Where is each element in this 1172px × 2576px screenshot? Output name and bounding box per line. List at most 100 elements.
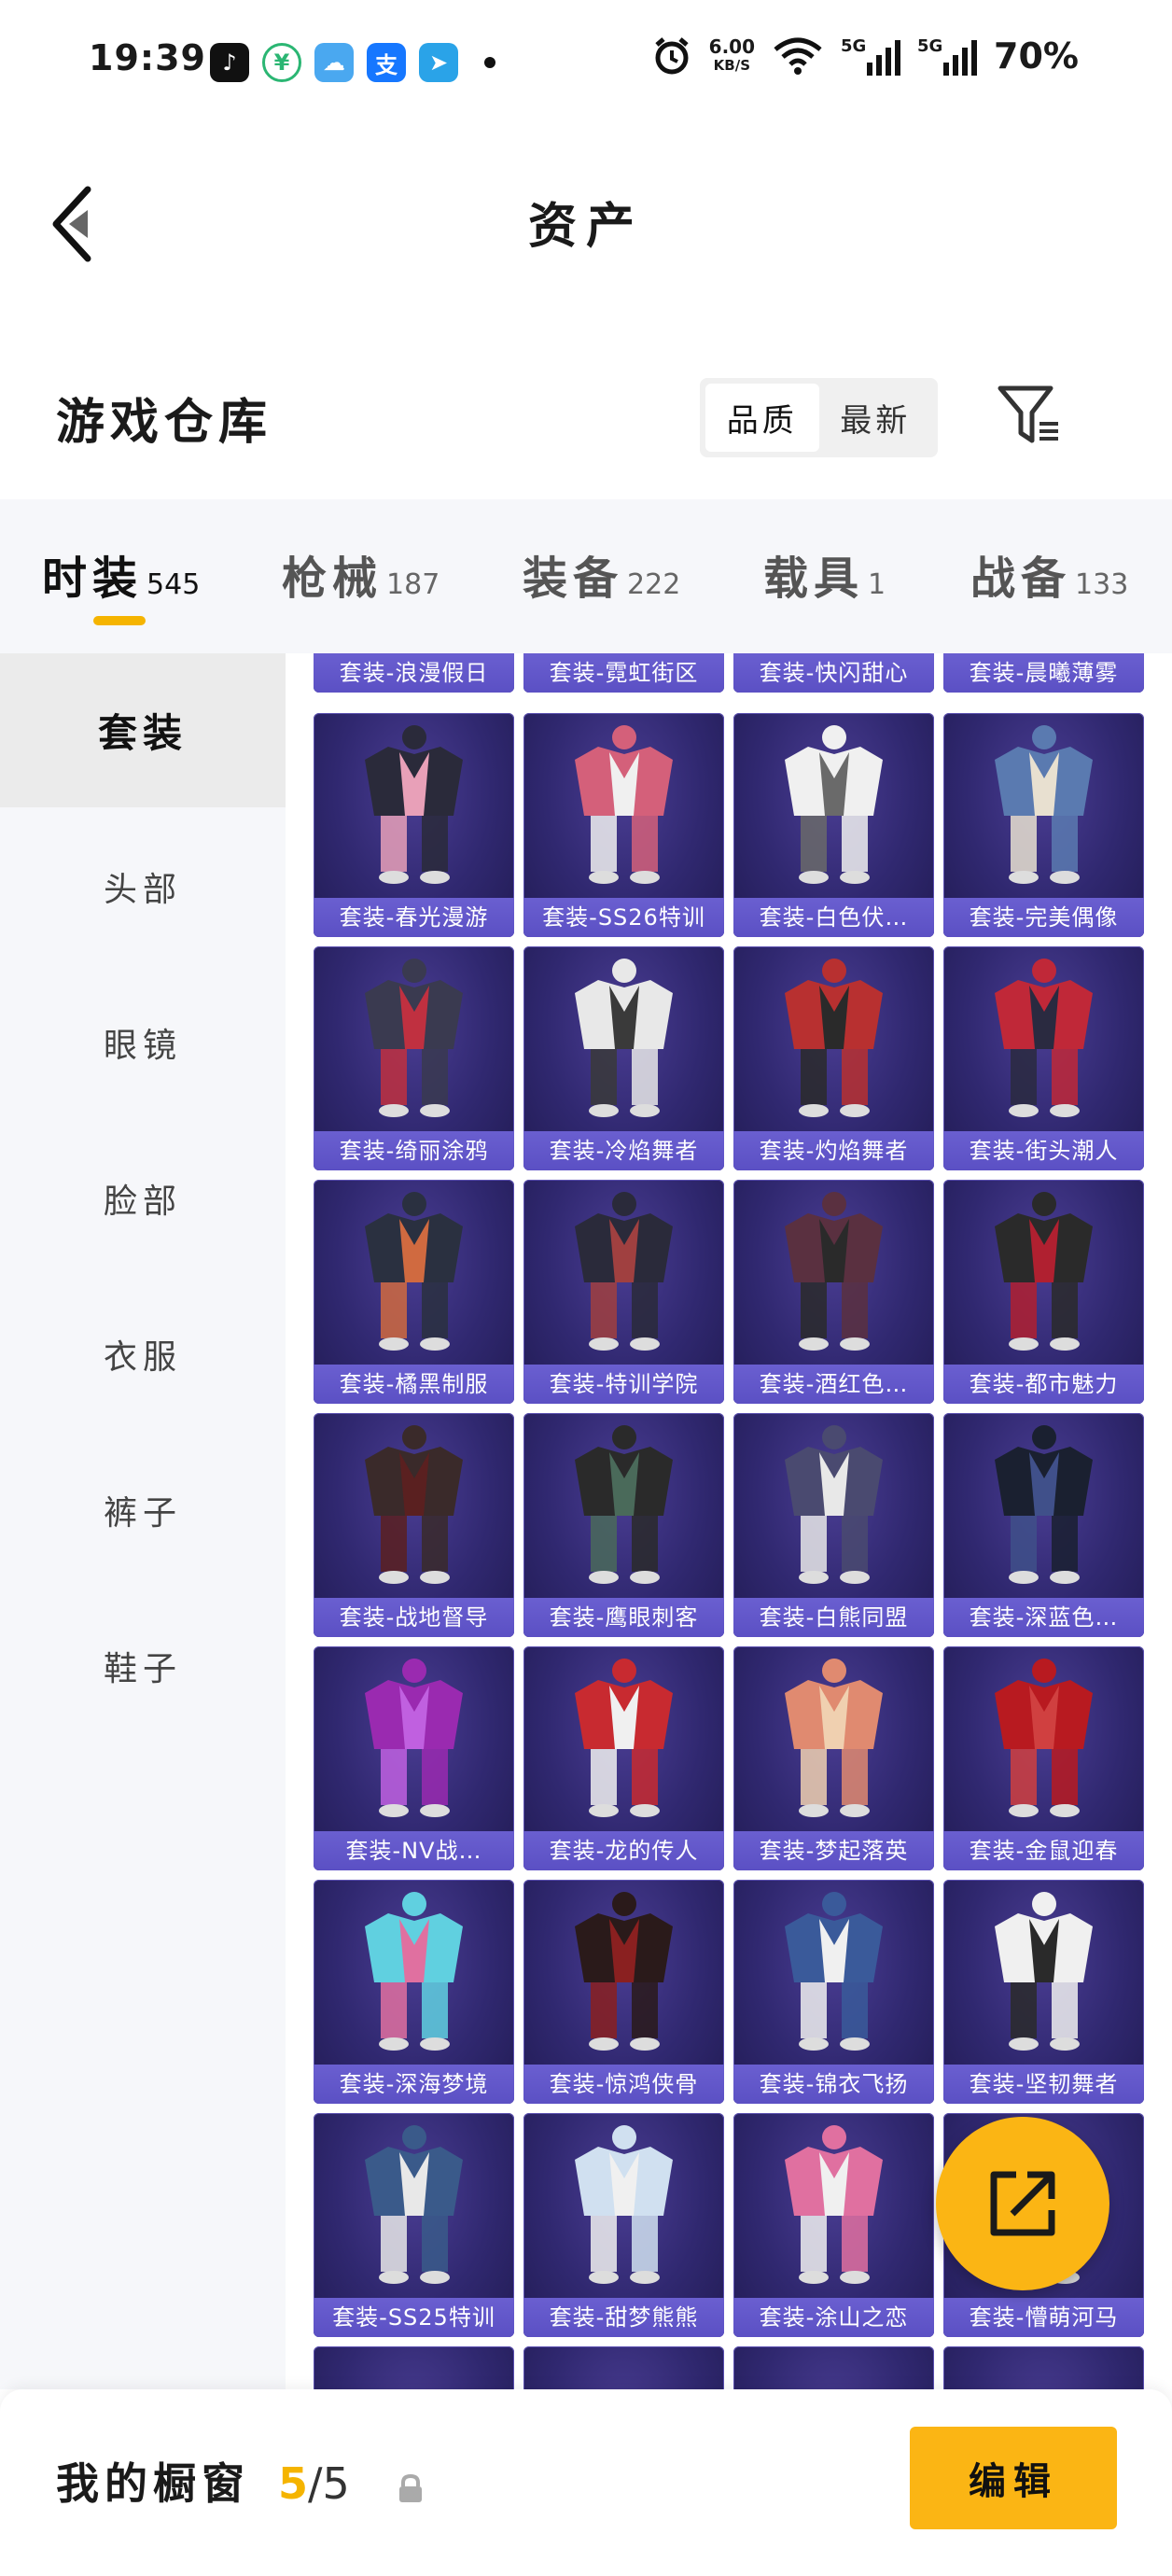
outfit-name: 套装-深海梦境 bbox=[314, 2065, 514, 2104]
active-tab-indicator bbox=[93, 616, 146, 625]
share-fab-button[interactable] bbox=[936, 2117, 1109, 2290]
outfit-card[interactable]: 套装-橘黑制服 bbox=[314, 1180, 514, 1404]
outfit-name: 套装-橘黑制服 bbox=[314, 1365, 514, 1404]
tab-equipment[interactable]: 装备 222 bbox=[523, 541, 680, 607]
outfit-name: 套装-特训学院 bbox=[523, 1365, 724, 1404]
sort-quality-button[interactable]: 品质 bbox=[705, 384, 819, 452]
outfit-name: 套装-酒红色… bbox=[733, 1365, 934, 1404]
outfit-name: 套装-街头潮人 bbox=[943, 1131, 1144, 1170]
outfit-card[interactable]: 套装-战地督导 bbox=[314, 1413, 514, 1637]
outfit-name: 套装-涂山之恋 bbox=[733, 2298, 934, 2337]
outfit-card[interactable]: 套装-冷焰舞者 bbox=[523, 946, 724, 1170]
outfit-card[interactable]: 套装-都市魅力 bbox=[943, 1180, 1144, 1404]
outfit-card[interactable]: 套装-白色伏… bbox=[733, 713, 934, 937]
outfit-card[interactable]: 套装-锦衣飞扬 bbox=[733, 1880, 934, 2104]
outfit-thumbnail bbox=[575, 2125, 673, 2284]
outfit-thumbnail bbox=[575, 1192, 673, 1351]
outfit-card[interactable]: 套装-坚韧舞者 bbox=[943, 1880, 1144, 2104]
outfit-card[interactable]: 套装-快闪甜心 bbox=[733, 653, 934, 693]
outfit-card[interactable] bbox=[733, 2346, 934, 2389]
tab-label: 枪械 bbox=[282, 553, 384, 605]
tab-count: 222 bbox=[627, 568, 681, 601]
sidebar-item-pants[interactable]: 裤子 bbox=[0, 1433, 286, 1587]
net-speed-unit: KB/S bbox=[713, 57, 751, 74]
outfit-card[interactable]: 套装-深蓝色… bbox=[943, 1413, 1144, 1637]
outfit-thumbnail bbox=[365, 959, 463, 1117]
category-tabs: 时装 545 枪械 187 装备 222 载具 1 战备 133 bbox=[0, 499, 1172, 653]
showcase-used: 5 bbox=[278, 2458, 309, 2509]
sidebar-item-face[interactable]: 脸部 bbox=[0, 1121, 286, 1275]
sidebar-item-glasses[interactable]: 眼镜 bbox=[0, 965, 286, 1119]
outfit-thumbnail bbox=[365, 1659, 463, 1817]
outfit-name: 套装-春光漫游 bbox=[314, 898, 514, 937]
edit-button[interactable]: 编辑 bbox=[910, 2427, 1117, 2529]
tab-tactical[interactable]: 战备 133 bbox=[970, 541, 1128, 607]
outfit-thumbnail bbox=[995, 1425, 1093, 1584]
more-notifications-icon bbox=[484, 57, 495, 68]
outfit-card[interactable]: 套装-晨曦薄雾 bbox=[943, 653, 1144, 693]
net-speed-value: 6.00 bbox=[708, 35, 756, 58]
outfit-name: 套装-坚韧舞者 bbox=[943, 2065, 1144, 2104]
tab-vehicles[interactable]: 载具 1 bbox=[763, 541, 886, 607]
filter-icon[interactable] bbox=[997, 383, 1062, 448]
outfit-card[interactable]: 套装-梦起落英 bbox=[733, 1646, 934, 1870]
outfit-thumbnail bbox=[575, 1425, 673, 1584]
outfit-card[interactable]: 套装-NV战… bbox=[314, 1646, 514, 1870]
outfit-card[interactable]: 套装-特训学院 bbox=[523, 1180, 724, 1404]
tab-count: 1 bbox=[868, 568, 886, 601]
outfit-card[interactable]: 套装-金鼠迎春 bbox=[943, 1646, 1144, 1870]
outfit-thumbnail bbox=[365, 725, 463, 884]
sidebar-item-outfit[interactable]: 套装 bbox=[0, 653, 286, 807]
alipay-icon: 支 bbox=[367, 43, 406, 82]
outfit-name: 套装-NV战… bbox=[314, 1831, 514, 1870]
tab-fashion[interactable]: 时装 545 bbox=[42, 541, 200, 607]
alarm-icon bbox=[655, 37, 689, 75]
warehouse-title: 游戏仓库 bbox=[56, 395, 273, 451]
outfit-card[interactable]: 套装-浪漫假日 bbox=[314, 653, 514, 693]
outfit-card[interactable]: 套装-惊鸿侠骨 bbox=[523, 1880, 724, 2104]
outfit-card[interactable]: 套装-酒红色… bbox=[733, 1180, 934, 1404]
outfit-card[interactable]: 套装-白熊同盟 bbox=[733, 1413, 934, 1637]
sidebar-item-clothes[interactable]: 衣服 bbox=[0, 1277, 286, 1431]
outfit-card[interactable]: 套装-甜梦熊熊 bbox=[523, 2113, 724, 2337]
outfit-thumbnail bbox=[785, 725, 883, 884]
outfit-name: 套装-都市魅力 bbox=[943, 1365, 1144, 1404]
weather-icon: ☁ bbox=[314, 43, 354, 82]
outfit-card[interactable]: 套装-绮丽涂鸦 bbox=[314, 946, 514, 1170]
outfit-card[interactable]: 套装-春光漫游 bbox=[314, 713, 514, 937]
sidebar-item-head[interactable]: 头部 bbox=[0, 809, 286, 963]
signal-type-2: 5G bbox=[917, 36, 943, 56]
outfit-thumbnail bbox=[785, 1892, 883, 2051]
outfit-card[interactable]: 套装-街头潮人 bbox=[943, 946, 1144, 1170]
signal-type: 5G bbox=[841, 36, 867, 56]
tab-label: 装备 bbox=[523, 553, 624, 605]
outfit-card[interactable] bbox=[523, 2346, 724, 2389]
outfit-name: 套装-完美偶像 bbox=[943, 898, 1144, 937]
outfit-name: 套装-龙的传人 bbox=[523, 1831, 724, 1870]
battery-level: 70% bbox=[994, 35, 1079, 77]
status-right: 6.00 KB/S 5G 5G 70% bbox=[651, 35, 1079, 77]
outfit-card[interactable]: 套装-龙的传人 bbox=[523, 1646, 724, 1870]
outfit-thumbnail bbox=[995, 1659, 1093, 1817]
outfit-card[interactable]: 套装-SS26特训 bbox=[523, 713, 724, 937]
outfit-thumbnail bbox=[785, 1192, 883, 1351]
outfit-card[interactable]: 套装-灼焰舞者 bbox=[733, 946, 934, 1170]
net-speed: 6.00 KB/S bbox=[709, 37, 755, 75]
outfit-card[interactable]: 套装-SS25特训 bbox=[314, 2113, 514, 2337]
outfit-name: 套装-锦衣飞扬 bbox=[733, 2065, 934, 2104]
outfit-thumbnail bbox=[365, 1192, 463, 1351]
outfit-name: 套装-金鼠迎春 bbox=[943, 1831, 1144, 1870]
sidebar-item-shoes[interactable]: 鞋子 bbox=[0, 1589, 286, 1743]
notification-icons: ♪ ¥ ☁ 支 ➤ bbox=[210, 43, 495, 82]
outfit-card[interactable]: 套装-深海梦境 bbox=[314, 1880, 514, 2104]
outfit-thumbnail bbox=[785, 1659, 883, 1817]
outfit-card[interactable] bbox=[314, 2346, 514, 2389]
outfit-card[interactable]: 套装-完美偶像 bbox=[943, 713, 1144, 937]
outfit-card[interactable]: 套装-霓虹街区 bbox=[523, 653, 724, 693]
outfit-card[interactable]: 套装-涂山之恋 bbox=[733, 2113, 934, 2337]
sort-newest-button[interactable]: 最新 bbox=[819, 384, 933, 452]
outfit-card[interactable] bbox=[943, 2346, 1144, 2389]
tab-firearms[interactable]: 枪械 187 bbox=[282, 541, 440, 607]
outfit-card[interactable]: 套装-鹰眼刺客 bbox=[523, 1413, 724, 1637]
outfit-thumbnail bbox=[575, 1892, 673, 2051]
